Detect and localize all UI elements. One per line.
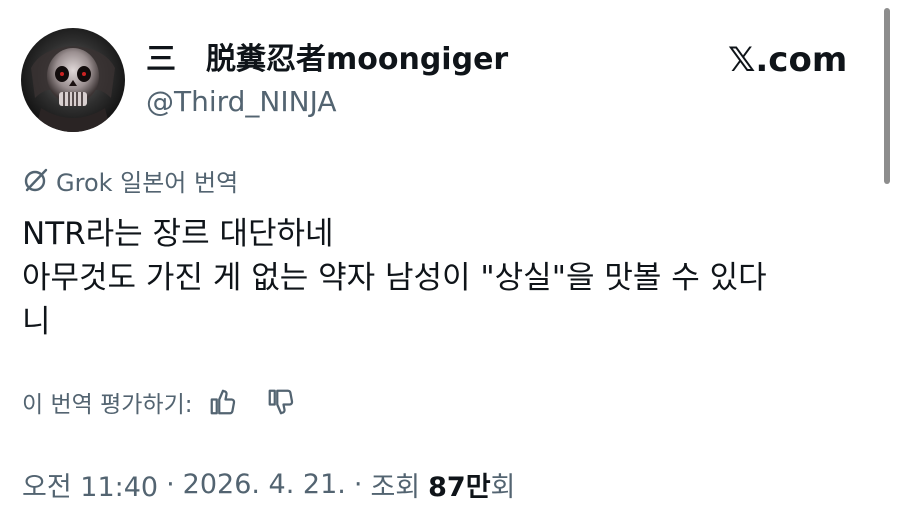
tweet-text-line: 아무것도 가진 게 없는 약자 남성이 "상실"을 맛볼 수 있다: [22, 260, 767, 296]
translation-indicator[interactable]: Grok 일본어 번역: [22, 160, 238, 200]
tweet-date[interactable]: 2026. 4. 21.: [183, 469, 346, 500]
thumbs-up-icon: [210, 389, 235, 415]
tweet-text-line: NTR라는 장르 대단하네: [22, 216, 334, 252]
grok-icon: [22, 166, 50, 194]
meta-separator: ·: [353, 468, 363, 500]
rate-translation-label: 이 번역 평가하기:: [22, 392, 193, 418]
avatar[interactable]: [21, 28, 125, 132]
views-prefix: 조회: [370, 471, 421, 503]
tweet-meta: 오전 11:40 · 2026. 4. 21. · 조회 87만 회: [22, 462, 515, 506]
translation-label: Grok 일본어 번역: [56, 168, 239, 197]
user-handle[interactable]: @Third_NINJA: [146, 82, 337, 122]
thumbs-up-button[interactable]: [203, 382, 243, 422]
tweet-text: NTR라는 장르 대단하네 아무것도 가진 게 없는 약자 남성이 "상실"을 …: [22, 212, 882, 344]
thumbs-down-icon: [268, 389, 293, 415]
thumbs-down-button[interactable]: [261, 382, 301, 422]
scrollbar[interactable]: [884, 8, 890, 184]
views-suffix: 회: [490, 471, 516, 503]
display-name[interactable]: 三 脱糞忍者moongiger: [146, 38, 508, 82]
views-count[interactable]: 87만: [428, 465, 490, 504]
x-logo: 𝕏.com: [728, 40, 848, 80]
tweet-text-line: 니: [22, 304, 51, 340]
tweet-time[interactable]: 오전 11:40: [22, 465, 158, 504]
meta-separator: ·: [166, 468, 175, 500]
rate-translation: 이 번역 평가하기:: [22, 382, 301, 422]
avatar-image: [21, 28, 125, 132]
